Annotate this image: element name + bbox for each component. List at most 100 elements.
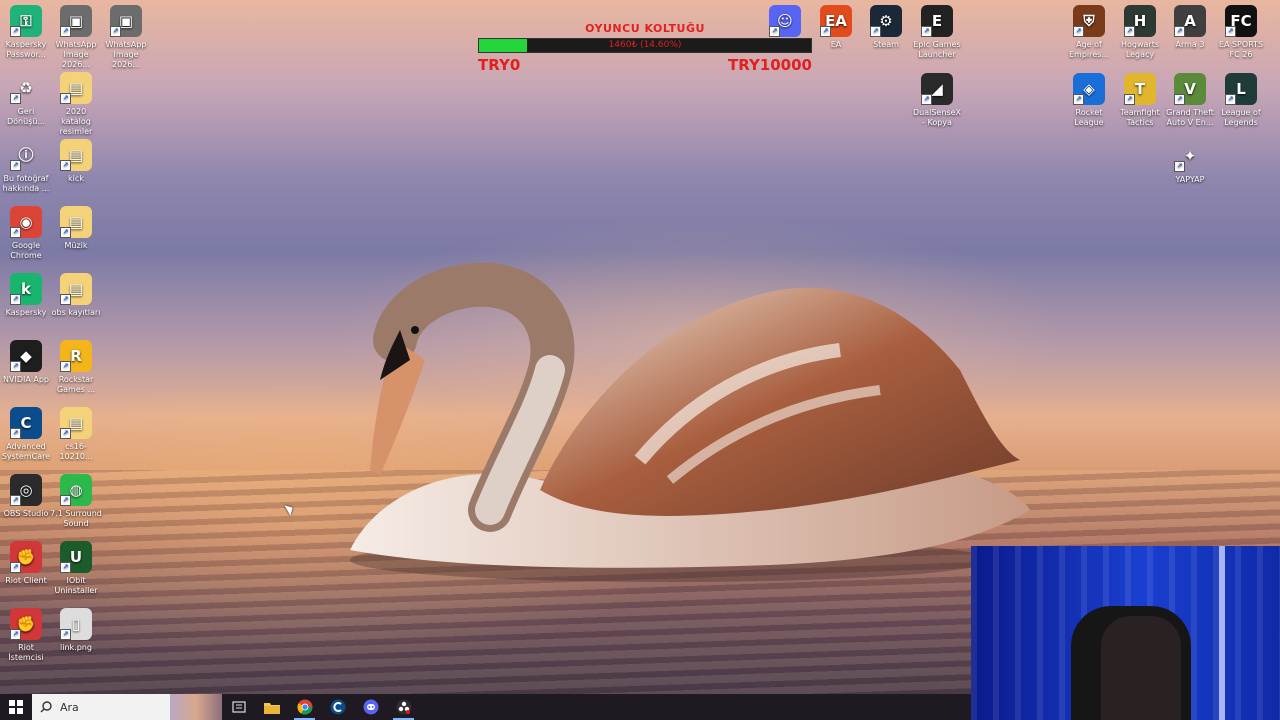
desktop-icon-fc26[interactable]: FC ↗ EA SPORTS FC 26 bbox=[1215, 5, 1267, 60]
desktop-icon-label: obs kayıtları bbox=[51, 308, 101, 317]
desktop-icon-label: kick bbox=[68, 174, 84, 183]
desktop-icon-epic-games[interactable]: E ↗ Epic Games Launcher bbox=[911, 5, 963, 60]
desktop-icon-label: WhatsApp Image 2026... bbox=[105, 40, 147, 69]
desktop-icon-kaspersky[interactable]: k ↗ Kaspersky bbox=[0, 273, 52, 318]
desktop-icon-label: IObit Uninstaller bbox=[54, 576, 98, 595]
desktop-icon-gta[interactable]: V ↗ Grand Theft Auto V En... bbox=[1164, 73, 1216, 128]
desktop-icon-ea[interactable]: EA ↗ EA bbox=[810, 5, 862, 50]
desktop-icon-label: link.png bbox=[60, 643, 92, 652]
chrome-icon: ◉ ↗ bbox=[10, 206, 42, 238]
shortcut-arrow-icon: ↗ bbox=[10, 160, 21, 171]
hogwarts-icon: H ↗ bbox=[1124, 5, 1156, 37]
shortcut-arrow-icon: ↗ bbox=[10, 562, 21, 573]
desktop-icon-hogwarts[interactable]: H ↗ Hogwarts Legacy bbox=[1114, 5, 1166, 60]
desktop-icon-iobit[interactable]: U ↗ IObit Uninstaller bbox=[50, 541, 102, 596]
desktop-icon-label: Advanced SystemCare bbox=[1, 442, 51, 461]
fc26-icon: FC ↗ bbox=[1225, 5, 1257, 37]
desktop-icon-tft[interactable]: T ↗ Teamfight Tactics bbox=[1114, 73, 1166, 128]
desktop-icon-obs[interactable]: ◎ ↗ OBS Studio bbox=[0, 474, 52, 519]
info-icon: ⓘ ↗ bbox=[10, 139, 42, 171]
shortcut-arrow-icon: ↗ bbox=[1073, 26, 1084, 37]
shortcut-arrow-icon: ↗ bbox=[921, 94, 932, 105]
steam-icon: ⚙ ↗ bbox=[870, 5, 902, 37]
wallpaper-swan bbox=[350, 262, 1030, 582]
desktop-icon-chrome[interactable]: ◉ ↗ Google Chrome bbox=[0, 206, 52, 261]
desktop-icon-label: Age of Empires... bbox=[1069, 40, 1109, 59]
desktop-icon-label: Müzik bbox=[64, 241, 88, 250]
shortcut-arrow-icon: ↗ bbox=[60, 160, 71, 171]
desktop-icon-label: YAPYAP bbox=[1175, 175, 1205, 184]
desktop-icon-age-of-empires[interactable]: ⛨ ↗ Age of Empires... bbox=[1063, 5, 1115, 60]
shortcut-arrow-icon: ↗ bbox=[1225, 26, 1236, 37]
desktop-icon-info[interactable]: ⓘ ↗ Bu fotoğraf hakkında ... bbox=[0, 139, 52, 194]
desktop-icon-folder[interactable]: ▤ ↗ cs16-10210... bbox=[50, 407, 102, 462]
riot-icon: ✊ ↗ bbox=[10, 608, 42, 640]
goal-progress-text: 1460₺ (14.60%) bbox=[608, 40, 682, 50]
desktop-icon-yapyap[interactable]: ✦ ↗ YAPYAP bbox=[1164, 140, 1216, 185]
task-view-icon[interactable] bbox=[222, 694, 255, 720]
desktop-icon-recycle-bin[interactable]: ♻ ↗ Geri Dönüşü... bbox=[0, 72, 52, 127]
desktop-icon-label: NVIDIA App bbox=[3, 375, 49, 384]
obs-taskbar-icon[interactable] bbox=[387, 694, 420, 720]
desktop-icon-nvidia[interactable]: ◆ ↗ NVIDIA App bbox=[0, 340, 52, 385]
desktop-icon-image-file[interactable]: ▣ ↗ WhatsApp Image 2026... bbox=[100, 5, 152, 70]
desktop-icon-image-file[interactable]: ▣ ↗ WhatsApp Image 2026... bbox=[50, 5, 102, 70]
taskbar-search[interactable]: Ara bbox=[32, 694, 222, 720]
systemcare-icon: C ↗ bbox=[10, 407, 42, 439]
discord-taskbar-icon[interactable] bbox=[354, 694, 387, 720]
shortcut-arrow-icon: ↗ bbox=[870, 26, 881, 37]
desktop-icon-label: Google Chrome bbox=[10, 241, 42, 260]
start-button[interactable] bbox=[0, 694, 32, 720]
png-file-icon: ▯ ↗ bbox=[60, 608, 92, 640]
desktop-icon-riot[interactable]: ✊ ↗ Riot İstemcisi bbox=[0, 608, 52, 663]
desktop-icon-kaspersky-password[interactable]: ⚿ ↗ Kaspersky Passwor... bbox=[0, 5, 52, 60]
desktop-icon-png-file[interactable]: ▯ ↗ link.png bbox=[50, 608, 102, 653]
desktop-icon-rocket-league[interactable]: ◈ ↗ Rocket League bbox=[1063, 73, 1115, 128]
desktop-icon-arma[interactable]: A ↗ Arma 3 bbox=[1164, 5, 1216, 50]
shortcut-arrow-icon: ↗ bbox=[60, 93, 71, 104]
shortcut-arrow-icon: ↗ bbox=[60, 361, 71, 372]
desktop-icon-riot[interactable]: ✊ ↗ Riot Client bbox=[0, 541, 52, 586]
rockstar-icon: R ↗ bbox=[60, 340, 92, 372]
shortcut-arrow-icon: ↗ bbox=[1174, 94, 1185, 105]
desktop-icon-dualsensex[interactable]: ◢ ↗ DualSenseX - Kopya bbox=[911, 73, 963, 128]
chrome-taskbar-icon[interactable] bbox=[288, 694, 321, 720]
desktop-icon-label: 7.1 Surround Sound bbox=[50, 509, 102, 528]
desktop-icon-folder[interactable]: ▤ ↗ kick bbox=[50, 139, 102, 184]
desktop-icon-steam[interactable]: ⚙ ↗ Steam bbox=[860, 5, 912, 50]
desktop-icon-lol[interactable]: L ↗ League of Legends bbox=[1215, 73, 1267, 128]
desktop-icon-label: Geri Dönüşü... bbox=[6, 107, 46, 126]
riot-icon: ✊ ↗ bbox=[10, 541, 42, 573]
desktop-icon-label: Arma 3 bbox=[1175, 40, 1205, 49]
desktop-icon-label: Rockstar Games ... bbox=[56, 375, 96, 394]
shortcut-arrow-icon: ↗ bbox=[10, 495, 21, 506]
donation-goal-widget: OYUNCU KOLTUĞU 1460₺ (14.60%) TRY0 TRY10… bbox=[478, 22, 812, 74]
desktop-icon-folder[interactable]: ▤ ↗ 2020 katalog resimler bbox=[50, 72, 102, 137]
desktop-icon-systemcare[interactable]: C ↗ Advanced SystemCare bbox=[0, 407, 52, 462]
desktop-icon-rockstar[interactable]: R ↗ Rockstar Games ... bbox=[50, 340, 102, 395]
shortcut-arrow-icon: ↗ bbox=[1124, 94, 1135, 105]
webcam-person bbox=[1101, 616, 1181, 720]
desktop-icon-label: Grand Theft Auto V En... bbox=[1166, 108, 1214, 127]
image-file-icon: ▣ ↗ bbox=[60, 5, 92, 37]
shortcut-arrow-icon: ↗ bbox=[10, 361, 21, 372]
desktop-icon-folder[interactable]: ▤ ↗ Müzik bbox=[50, 206, 102, 251]
desktop-icon-label: Bu fotoğraf hakkında ... bbox=[2, 174, 50, 193]
systemcare-taskbar-icon[interactable] bbox=[321, 694, 354, 720]
shortcut-arrow-icon: ↗ bbox=[820, 26, 831, 37]
shortcut-arrow-icon: ↗ bbox=[60, 227, 71, 238]
surround-icon: ◍ ↗ bbox=[60, 474, 92, 506]
shortcut-arrow-icon: ↗ bbox=[60, 562, 71, 573]
desktop-icon-folder[interactable]: ▤ ↗ obs kayıtları bbox=[50, 273, 102, 318]
shortcut-arrow-icon: ↗ bbox=[10, 294, 21, 305]
desktop-icon-label: Steam bbox=[873, 40, 899, 49]
desktop-icon-label: WhatsApp Image 2026... bbox=[55, 40, 97, 69]
desktop-icon-label: Hogwarts Legacy bbox=[1120, 40, 1160, 59]
desktop-icon-surround[interactable]: ◍ ↗ 7.1 Surround Sound bbox=[50, 474, 102, 529]
file-explorer-icon[interactable] bbox=[255, 694, 288, 720]
shortcut-arrow-icon: ↗ bbox=[60, 294, 71, 305]
shortcut-arrow-icon: ↗ bbox=[60, 495, 71, 506]
shortcut-arrow-icon: ↗ bbox=[10, 629, 21, 640]
age-of-empires-icon: ⛨ ↗ bbox=[1073, 5, 1105, 37]
shortcut-arrow-icon: ↗ bbox=[60, 26, 71, 37]
